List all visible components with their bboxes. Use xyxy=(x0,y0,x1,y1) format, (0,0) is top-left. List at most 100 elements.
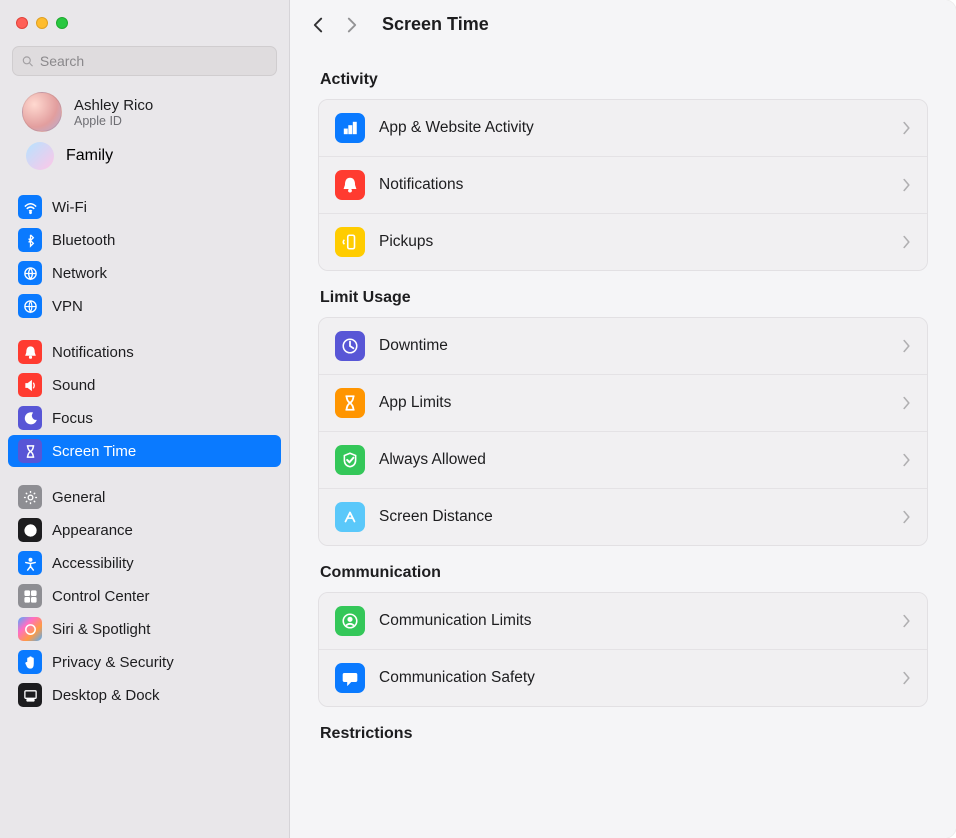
network-icon xyxy=(18,261,42,285)
settings-row-screen-distance[interactable]: Screen Distance xyxy=(319,488,927,545)
appearance-icon xyxy=(18,518,42,542)
page-title: Screen Time xyxy=(382,14,489,35)
speech-bubble-icon xyxy=(335,663,365,693)
settings-row-always-allowed[interactable]: Always Allowed xyxy=(319,431,927,488)
window-controls xyxy=(0,0,289,46)
family-label: Family xyxy=(66,147,113,165)
sidebar-item-screen-time[interactable]: Screen Time xyxy=(8,435,281,467)
row-label: Always Allowed xyxy=(379,451,888,469)
back-button[interactable] xyxy=(310,17,326,33)
distance-icon xyxy=(335,502,365,532)
sidebar-item-label: Screen Time xyxy=(52,443,136,460)
forward-button[interactable] xyxy=(344,17,360,33)
sidebar-item-label: Siri & Spotlight xyxy=(52,621,150,638)
sidebar-item-privacy-security[interactable]: Privacy & Security xyxy=(8,646,281,678)
settings-row-communication-safety[interactable]: Communication Safety xyxy=(319,649,927,706)
downtime-icon xyxy=(335,331,365,361)
family-icon xyxy=(26,142,54,170)
minimize-button[interactable] xyxy=(36,17,48,29)
sidebar-item-accessibility[interactable]: Accessibility xyxy=(8,547,281,579)
settings-row-notifications[interactable]: Notifications xyxy=(319,156,927,213)
sidebar-item-sound[interactable]: Sound xyxy=(8,369,281,401)
sidebar: Ashley Rico Apple ID Family Wi-Fi Bluetoo… xyxy=(0,0,290,838)
sidebar-item-control-center[interactable]: Control Center xyxy=(8,580,281,612)
row-label: Pickups xyxy=(379,233,888,251)
sidebar-item-label: Desktop & Dock xyxy=(52,687,160,704)
sidebar-item-network[interactable]: Network xyxy=(8,257,281,289)
chevron-right-icon xyxy=(902,178,911,192)
sidebar-item-desktop-dock[interactable]: Desktop & Dock xyxy=(8,679,281,711)
avatar xyxy=(22,92,62,132)
row-label: Communication Safety xyxy=(379,669,888,687)
sidebar-item-focus[interactable]: Focus xyxy=(8,402,281,434)
settings-row-downtime[interactable]: Downtime xyxy=(319,318,927,374)
hourglass-icon xyxy=(18,439,42,463)
settings-row-app-website-activity[interactable]: App & Website Activity xyxy=(319,100,927,156)
chevron-right-icon xyxy=(902,614,911,628)
hand-icon xyxy=(18,650,42,674)
sidebar-item-label: Appearance xyxy=(52,522,133,539)
sidebar-item-label: Focus xyxy=(52,410,93,427)
siri-icon xyxy=(18,617,42,641)
account-sub: Apple ID xyxy=(74,114,153,128)
settings-row-app-limits[interactable]: App Limits xyxy=(319,374,927,431)
sound-icon xyxy=(18,373,42,397)
accessibility-icon xyxy=(18,551,42,575)
sidebar-item-notifications[interactable]: Notifications xyxy=(8,336,281,368)
sidebar-item-vpn[interactable]: VPN xyxy=(8,290,281,322)
row-label: Communication Limits xyxy=(379,612,888,630)
sidebar-item-label: Sound xyxy=(52,377,95,394)
chevron-right-icon xyxy=(902,396,911,410)
chevron-right-icon xyxy=(902,339,911,353)
content: Activity App & Website Activity Notificati… xyxy=(290,43,956,777)
row-label: Notifications xyxy=(379,176,888,194)
chevron-right-icon xyxy=(902,510,911,524)
check-shield-icon xyxy=(335,445,365,475)
sidebar-item-label: Control Center xyxy=(52,588,150,605)
sidebar-item-appearance[interactable]: Appearance xyxy=(8,514,281,546)
sidebar-item-label: Wi-Fi xyxy=(52,199,87,216)
section-label: Activity xyxy=(320,71,926,89)
sidebar-item-label: Notifications xyxy=(52,344,134,361)
search-field[interactable] xyxy=(12,46,277,76)
bluetooth-icon xyxy=(18,228,42,252)
settings-row-pickups[interactable]: Pickups xyxy=(319,213,927,270)
apple-id-row[interactable]: Ashley Rico Apple ID xyxy=(0,86,289,138)
sidebar-item-bluetooth[interactable]: Bluetooth xyxy=(8,224,281,256)
sidebar-item-label: Bluetooth xyxy=(52,232,115,249)
section-label: Limit Usage xyxy=(320,289,926,307)
moon-icon xyxy=(18,406,42,430)
sidebar-item-label: Accessibility xyxy=(52,555,134,572)
chevron-right-icon xyxy=(902,121,911,135)
row-label: App & Website Activity xyxy=(379,119,888,137)
sidebar-nav: Wi-Fi Bluetooth Network VPN Notifications Sou… xyxy=(0,180,289,834)
close-button[interactable] xyxy=(16,17,28,29)
main-pane: Screen Time Activity App & Website Activi… xyxy=(290,0,956,838)
sidebar-item-general[interactable]: General xyxy=(8,481,281,513)
gear-icon xyxy=(18,485,42,509)
sidebar-item-wi-fi[interactable]: Wi-Fi xyxy=(8,191,281,223)
search-input[interactable] xyxy=(40,53,268,69)
main-header: Screen Time xyxy=(290,0,956,43)
chevron-right-icon xyxy=(902,671,911,685)
sidebar-item-label: VPN xyxy=(52,298,83,315)
sidebar-item-label: General xyxy=(52,489,105,506)
row-label: Downtime xyxy=(379,337,888,355)
sidebar-item-label: Network xyxy=(52,265,107,282)
bell-icon xyxy=(335,170,365,200)
sidebar-item-siri-spotlight[interactable]: Siri & Spotlight xyxy=(8,613,281,645)
family-row[interactable]: Family xyxy=(0,138,289,180)
dock-icon xyxy=(18,683,42,707)
section-label: Communication xyxy=(320,564,926,582)
sidebar-item-label: Privacy & Security xyxy=(52,654,174,671)
chevron-right-icon xyxy=(902,453,911,467)
settings-row-communication-limits[interactable]: Communication Limits xyxy=(319,593,927,649)
chevron-right-icon xyxy=(902,235,911,249)
maximize-button[interactable] xyxy=(56,17,68,29)
row-label: Screen Distance xyxy=(379,508,888,526)
person-circle-icon xyxy=(335,606,365,636)
row-label: App Limits xyxy=(379,394,888,412)
search-icon xyxy=(21,54,35,69)
bell-icon xyxy=(18,340,42,364)
vpn-icon xyxy=(18,294,42,318)
